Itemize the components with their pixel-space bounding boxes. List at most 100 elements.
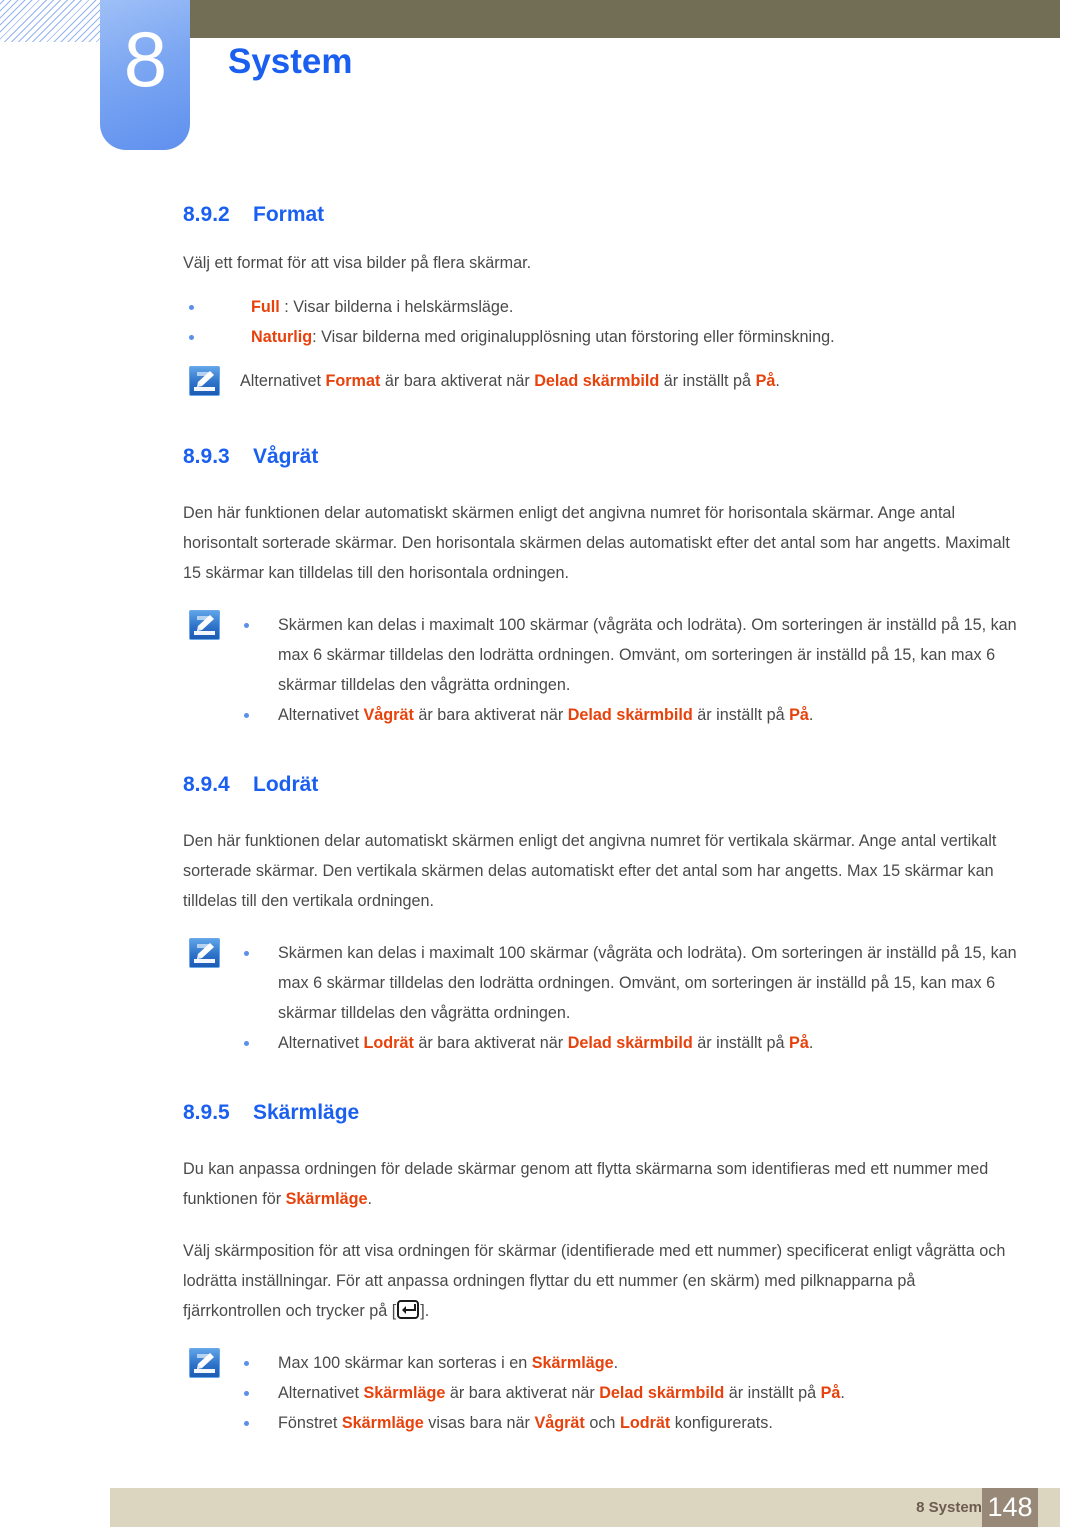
section-body: Den här funktionen delar automatiskt skä…: [183, 832, 997, 910]
section-title: Vågrät: [253, 445, 319, 468]
plain-text: .: [367, 1190, 372, 1208]
plain-text: är bara aktiverat när: [445, 1384, 600, 1402]
option-text: Visar bilderna med originalupplösning ut…: [321, 328, 835, 346]
plain-text: Skärmen kan delas i maximalt 100 skärmar…: [278, 944, 1017, 1022]
plain-text: konfigurerats.: [670, 1414, 773, 1432]
note-list: Skärmen kan delas i maximalt 100 skärmar…: [0, 938, 1080, 1058]
plain-text: .: [775, 372, 780, 390]
plain-text: Alternativet: [278, 1384, 364, 1402]
section-heading: 8.9.5 Skärmläge: [183, 1098, 1080, 1128]
enter-key-icon: [397, 1300, 420, 1319]
option-text: Visar bilderna i helskärmsläge.: [293, 298, 514, 316]
page-header: 8 System: [0, 0, 1080, 160]
chapter-badge: 8: [100, 0, 190, 150]
footer-chapter-label: 8 System: [916, 1499, 982, 1516]
page-content: 8.9.2 Format Välj ett format för att vis…: [0, 200, 1080, 1438]
section-number: 8.9.3: [183, 445, 230, 468]
keyword-text: Delad skärmbild: [567, 706, 693, 724]
note-pencil-icon: [189, 610, 220, 640]
note-block: Skärmen kan delas i maximalt 100 skärmar…: [0, 610, 1080, 730]
plain-text: är bara aktiverat när: [380, 372, 535, 390]
plain-text: .: [808, 706, 814, 724]
section-body: Den här funktionen delar automatiskt skä…: [183, 504, 1010, 582]
list-item: Full : Visar bilderna i helskärmsläge.: [183, 292, 1043, 322]
keyword-text: Vågrät: [534, 1414, 585, 1432]
plain-text: är inställt på: [692, 706, 790, 724]
plain-text: Fönstret: [278, 1414, 342, 1432]
plain-text: är inställt på: [659, 372, 756, 390]
keyword-text: Skärmläge: [285, 1190, 368, 1208]
keyword-text: Skärmläge: [531, 1354, 614, 1372]
plain-text: Max 100 skärmar kan sorteras i en: [278, 1354, 532, 1372]
list-item: Fönstret Skärmläge visas bara när Vågrät…: [240, 1408, 1040, 1438]
page-footer: 8 System 148: [110, 1488, 1060, 1527]
list-item: Alternativet Skärmläge är bara aktiverat…: [240, 1378, 1040, 1408]
plain-text: .: [808, 1034, 814, 1052]
plain-text: ].: [420, 1302, 430, 1320]
plain-text: Alternativet: [278, 706, 364, 724]
keyword-text: Delad skärmbild: [534, 372, 660, 390]
header-bar: [190, 0, 1060, 38]
section-8-9-4: 8.9.4 Lodrät Den här funktionen delar au…: [0, 770, 1080, 1058]
list-item: Skärmen kan delas i maximalt 100 skärmar…: [240, 610, 1040, 700]
keyword-text: Format: [325, 372, 381, 390]
plain-text: Skärmen kan delas i maximalt 100 skärmar…: [278, 616, 1017, 694]
option-keyword: Full: [251, 298, 280, 316]
section-title: Skärmläge: [253, 1101, 360, 1124]
section-title: Format: [253, 203, 325, 226]
keyword-text: Skärmläge: [363, 1384, 446, 1402]
plain-text: är bara aktiverat när: [413, 1034, 568, 1052]
plain-text: Välj skärmposition för att visa ordninge…: [183, 1242, 1006, 1320]
hatch-decoration: [0, 0, 104, 42]
note-list: Max 100 skärmar kan sorteras i en Skärml…: [0, 1348, 1080, 1438]
plain-text: Alternativet: [278, 1034, 364, 1052]
section-8-9-2: 8.9.2 Format Välj ett format för att vis…: [0, 200, 1080, 396]
keyword-text: Delad skärmbild: [567, 1034, 693, 1052]
plain-text: är inställt på: [724, 1384, 821, 1402]
note-block: Max 100 skärmar kan sorteras i en Skärml…: [0, 1348, 1080, 1438]
section-heading: 8.9.2 Format: [183, 200, 1080, 230]
chapter-title: System: [228, 42, 353, 81]
section-heading: 8.9.3 Vågrät: [183, 442, 1080, 472]
chapter-number: 8: [123, 15, 167, 103]
list-item: Max 100 skärmar kan sorteras i en Skärml…: [240, 1348, 1040, 1378]
section-8-9-3: 8.9.3 Vågrät Den här funktionen delar au…: [0, 442, 1080, 730]
note-pencil-icon: [189, 1348, 220, 1378]
plain-text: .: [613, 1354, 619, 1372]
list-item: Naturlig: Visar bilderna med originalupp…: [183, 322, 1043, 352]
section-paragraph-1: Du kan anpassa ordningen för delade skär…: [183, 1154, 1013, 1214]
list-item: Alternativet Lodrät är bara aktiverat nä…: [240, 1028, 1040, 1058]
note-block: Alternativet Format är bara aktiverat nä…: [0, 366, 1080, 396]
keyword-text: På: [789, 706, 809, 724]
note-line: Alternativet Format är bara aktiverat nä…: [240, 366, 1040, 396]
section-heading: 8.9.4 Lodrät: [183, 770, 1080, 800]
footer-page-box: 148: [982, 1488, 1038, 1527]
section-number: 8.9.4: [183, 773, 230, 796]
keyword-text: På: [789, 1034, 809, 1052]
plain-text: Alternativet: [240, 372, 326, 390]
plain-text: är bara aktiverat när: [413, 706, 568, 724]
section-8-9-5: 8.9.5 Skärmläge Du kan anpassa ordningen…: [0, 1098, 1080, 1438]
page-number: 148: [987, 1492, 1033, 1522]
plain-text: och: [584, 1414, 620, 1432]
keyword-text: Delad skärmbild: [599, 1384, 725, 1402]
note-list: Skärmen kan delas i maximalt 100 skärmar…: [0, 610, 1080, 730]
note-block: Skärmen kan delas i maximalt 100 skärmar…: [0, 938, 1080, 1058]
keyword-text: På: [755, 372, 776, 390]
option-keyword: Naturlig: [251, 328, 313, 346]
option-list: Full : Visar bilderna i helskärmsläge. N…: [0, 292, 1080, 352]
section-title: Lodrät: [253, 773, 319, 796]
note-pencil-icon: [189, 938, 220, 968]
section-paragraph-2: Välj skärmposition för att visa ordninge…: [183, 1236, 1013, 1326]
option-separator: :: [312, 328, 322, 346]
list-item: Alternativet Vågrät är bara aktiverat nä…: [240, 700, 1040, 730]
plain-text: .: [840, 1384, 845, 1402]
plain-text: visas bara när: [423, 1414, 535, 1432]
keyword-text: Vågrät: [363, 706, 414, 724]
section-intro: Välj ett format för att visa bilder på f…: [183, 254, 532, 272]
note-pencil-icon: [189, 366, 220, 396]
keyword-text: Lodrät: [619, 1414, 671, 1432]
option-separator: :: [279, 298, 294, 316]
list-item: Skärmen kan delas i maximalt 100 skärmar…: [240, 938, 1040, 1028]
section-number: 8.9.5: [183, 1101, 230, 1124]
